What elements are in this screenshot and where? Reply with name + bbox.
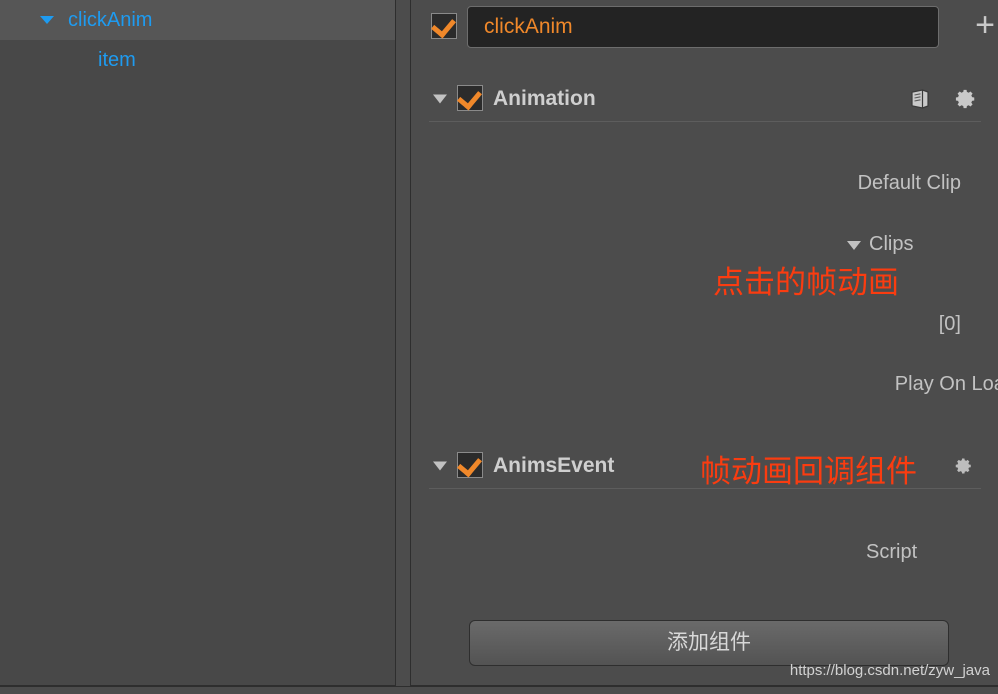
chevron-down-icon[interactable] (40, 16, 54, 24)
component-header-animation: Animation (411, 76, 998, 122)
gear-icon[interactable] (955, 457, 973, 475)
node-name-input[interactable]: clickAnim (467, 6, 939, 48)
gear-icon[interactable] (955, 88, 977, 110)
annotation-clicked-frame-animation: 点击的帧动画 (713, 265, 899, 301)
chevron-down-icon[interactable] (433, 461, 447, 471)
watermark: https://blog.csdn.net/zyw_java (789, 662, 990, 679)
node-header: clickAnim + (411, 0, 998, 56)
clips-label: Clips (869, 233, 914, 255)
chevron-down-icon[interactable] (433, 94, 447, 104)
book-icon[interactable] (909, 88, 931, 110)
script-label: Script (866, 541, 918, 563)
play-on-load-label: Play On Load (894, 373, 998, 395)
tree-item-label: item (98, 49, 136, 71)
add-component-plus-icon[interactable]: + (967, 8, 998, 44)
tree-item-clickanim[interactable]: clickAnim (0, 0, 395, 40)
animsevent-enabled-checkbox[interactable] (457, 451, 483, 478)
tree-item-label: clickAnim (68, 9, 153, 31)
add-component-button[interactable]: 添加组件 (469, 620, 949, 666)
node-enabled-checkbox[interactable] (431, 12, 457, 39)
chevron-down-icon[interactable] (847, 241, 861, 250)
component-title: Animation (493, 87, 596, 110)
animation-enabled-checkbox[interactable] (457, 84, 483, 111)
hierarchy-panel: clickAnim item (0, 0, 396, 686)
default-clip-label: Default Clip (857, 172, 961, 194)
inspector-panel: clickAnim + Animation Default Clip Clips… (410, 0, 998, 686)
annotation-frame-animation-callback-component: 帧动画回调组件 (700, 454, 917, 490)
divider (429, 121, 981, 122)
tree-item-item[interactable]: item (0, 40, 395, 80)
window-bottom-edge (0, 686, 998, 694)
component-title: AnimsEvent (493, 454, 615, 477)
panel-divider[interactable] (396, 0, 410, 694)
check-icon (457, 84, 482, 111)
clip-index-label: [0] (938, 313, 961, 335)
check-icon (457, 451, 482, 478)
check-icon (431, 12, 456, 39)
editor-window: clickAnim item clickAnim + Animation Def… (0, 0, 998, 694)
